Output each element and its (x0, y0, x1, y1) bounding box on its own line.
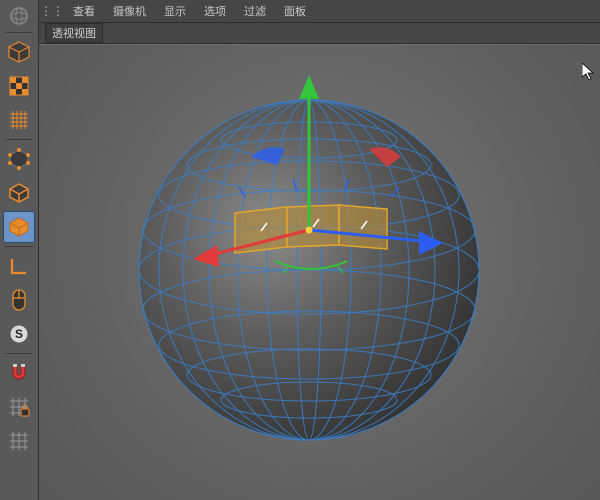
magnet-icon[interactable] (3, 357, 35, 389)
globe-icon[interactable] (3, 3, 35, 29)
main-column: ⋮⋮ 查看 摄像机 显示 选项 过滤 面板 透视视图 (39, 0, 600, 500)
menu-view[interactable]: 查看 (69, 1, 99, 21)
menu-filter[interactable]: 过滤 (240, 1, 270, 21)
menu-options[interactable]: 选项 (200, 1, 230, 21)
menu-display[interactable]: 显示 (160, 1, 190, 21)
toolbar-separator (5, 139, 33, 140)
menu-panel[interactable]: 面板 (280, 1, 310, 21)
viewport-subbar: 透视视图 (39, 23, 600, 44)
toolbar-separator (5, 32, 33, 33)
grid-icon[interactable] (3, 104, 35, 136)
viewport-3d[interactable] (39, 44, 600, 500)
toolbar-separator (5, 246, 33, 247)
scene-svg (39, 45, 599, 500)
mouse-icon[interactable] (3, 284, 35, 316)
checker-icon[interactable] (3, 70, 35, 102)
left-toolbar: S (0, 0, 39, 500)
svg-text:S: S (15, 327, 23, 341)
cube-icon[interactable] (3, 36, 35, 68)
grid-b-icon[interactable] (3, 425, 35, 457)
edge-mode-icon[interactable] (3, 177, 35, 209)
viewport-menubar: ⋮⋮ 查看 摄像机 显示 选项 过滤 面板 (39, 0, 600, 23)
grip-icon[interactable]: ⋮⋮ (45, 4, 59, 18)
poly-mode-icon[interactable] (3, 211, 35, 243)
point-mode-icon[interactable] (3, 143, 35, 175)
s-circle-icon[interactable]: S (3, 318, 35, 350)
view-label[interactable]: 透视视图 (45, 23, 103, 43)
app-root: S (0, 0, 600, 500)
toolbar-separator (5, 353, 33, 354)
menu-camera[interactable]: 摄像机 (109, 1, 150, 21)
grid-lock-icon[interactable] (3, 391, 35, 423)
axis-icon[interactable] (3, 250, 35, 282)
